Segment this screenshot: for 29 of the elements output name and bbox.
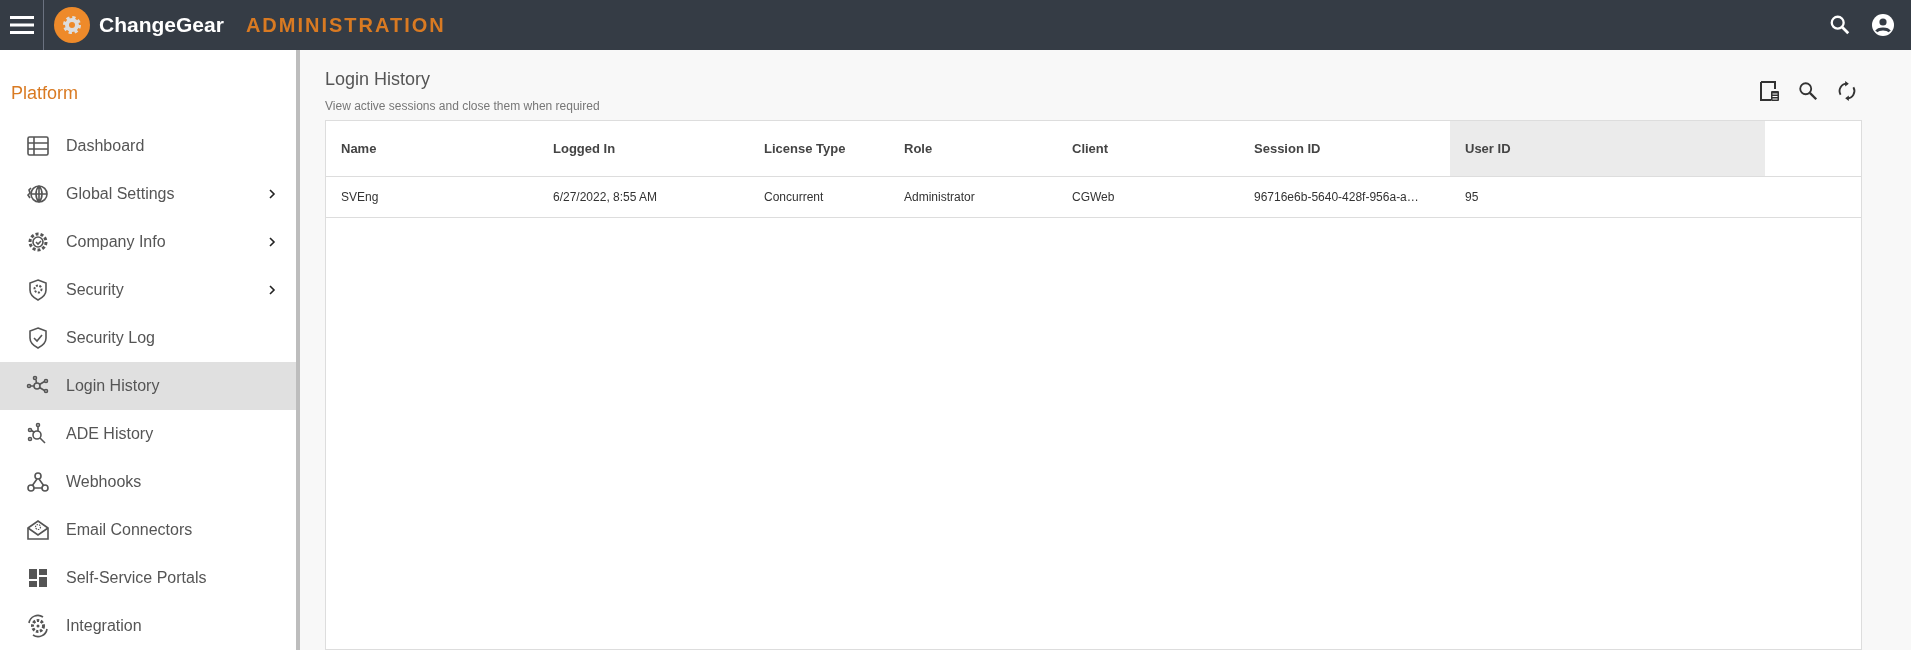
page-title: Login History	[325, 68, 432, 91]
table-cell-text: SVEng	[340, 189, 380, 206]
sidebar-item[interactable]: Login History	[0, 362, 296, 410]
envelope-icon	[26, 518, 50, 542]
shield-check-icon	[26, 326, 50, 350]
shield-gear-icon	[26, 278, 50, 302]
tiles-icon	[26, 566, 50, 590]
sidebar-title: Platform	[10, 82, 80, 105]
webhook-icon	[26, 470, 50, 494]
brand-name: ChangeGear	[99, 12, 224, 39]
search-icon[interactable]	[1829, 14, 1851, 36]
refresh-icon[interactable]	[1836, 80, 1858, 102]
table-cell-text: 6/27/2022, 8:55 AM	[552, 189, 659, 206]
table-icon	[26, 134, 50, 158]
user-avatar-icon[interactable]	[1871, 13, 1895, 37]
search-icon[interactable]	[1797, 80, 1819, 102]
table-cell-text: CGWeb	[1071, 189, 1116, 206]
gear-icon	[26, 230, 50, 254]
column-header[interactable]: User ID	[1450, 121, 1765, 176]
globe-gear-icon	[26, 182, 50, 206]
table-cell-text: Administrator	[903, 189, 976, 206]
column-chooser-icon[interactable]	[1758, 80, 1780, 102]
page-subtitle: View active sessions and close them when required	[325, 98, 600, 115]
gear-logo-icon	[54, 7, 90, 43]
table-cell-text: Concurrent	[763, 189, 825, 206]
table-cell-text: 95	[1464, 189, 1480, 206]
section-title: ADMINISTRATION	[245, 13, 446, 38]
table-cell-text: 96716e6b-5640-428f-956a-a…	[1253, 189, 1420, 206]
gear-arrows-icon	[26, 614, 50, 638]
